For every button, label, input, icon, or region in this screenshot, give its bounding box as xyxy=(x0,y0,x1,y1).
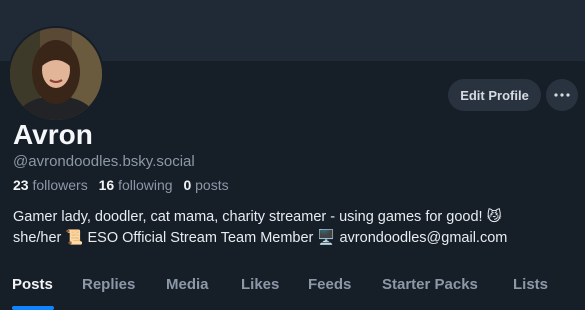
avatar-image xyxy=(10,28,102,120)
tab-feeds[interactable]: Feeds xyxy=(308,276,351,293)
tab-lists[interactable]: Lists xyxy=(513,276,548,293)
followers-label: followers xyxy=(32,177,88,193)
more-options-button[interactable] xyxy=(546,79,578,111)
following-link[interactable]: 16 following xyxy=(99,177,184,193)
tab-media[interactable]: Media xyxy=(166,276,209,293)
following-count: 16 xyxy=(98,177,115,193)
profile-stats: 23 followers 16 following 0 posts xyxy=(13,177,229,193)
profile-handle: @avrondoodles.bsky.social xyxy=(13,153,195,170)
posts-stat: 0 posts xyxy=(183,177,228,193)
avatar[interactable] xyxy=(8,26,104,122)
posts-count: 0 xyxy=(183,177,192,193)
tab-likes[interactable]: Likes xyxy=(241,276,279,293)
tab-starter-packs[interactable]: Starter Packs xyxy=(382,276,478,293)
edit-profile-button[interactable]: Edit Profile xyxy=(448,79,541,111)
following-label: following xyxy=(118,177,173,193)
followers-link[interactable]: 23 followers xyxy=(13,177,99,193)
bio-line: she/her 📜 ESO Official Stream Team Membe… xyxy=(13,230,508,246)
profile-bio: Gamer lady, doodler, cat mama, charity s… xyxy=(13,207,578,249)
ellipsis-icon xyxy=(554,93,570,97)
followers-count: 23 xyxy=(13,177,29,193)
active-tab-indicator xyxy=(12,306,54,310)
tab-replies[interactable]: Replies xyxy=(82,276,135,293)
profile-tabs: Posts Replies Media Likes Feeds Starter … xyxy=(0,262,585,310)
tab-posts[interactable]: Posts xyxy=(12,276,53,293)
posts-label: posts xyxy=(195,177,229,193)
bio-line: Gamer lady, doodler, cat mama, charity s… xyxy=(13,209,502,225)
display-name: Avron xyxy=(13,119,93,150)
